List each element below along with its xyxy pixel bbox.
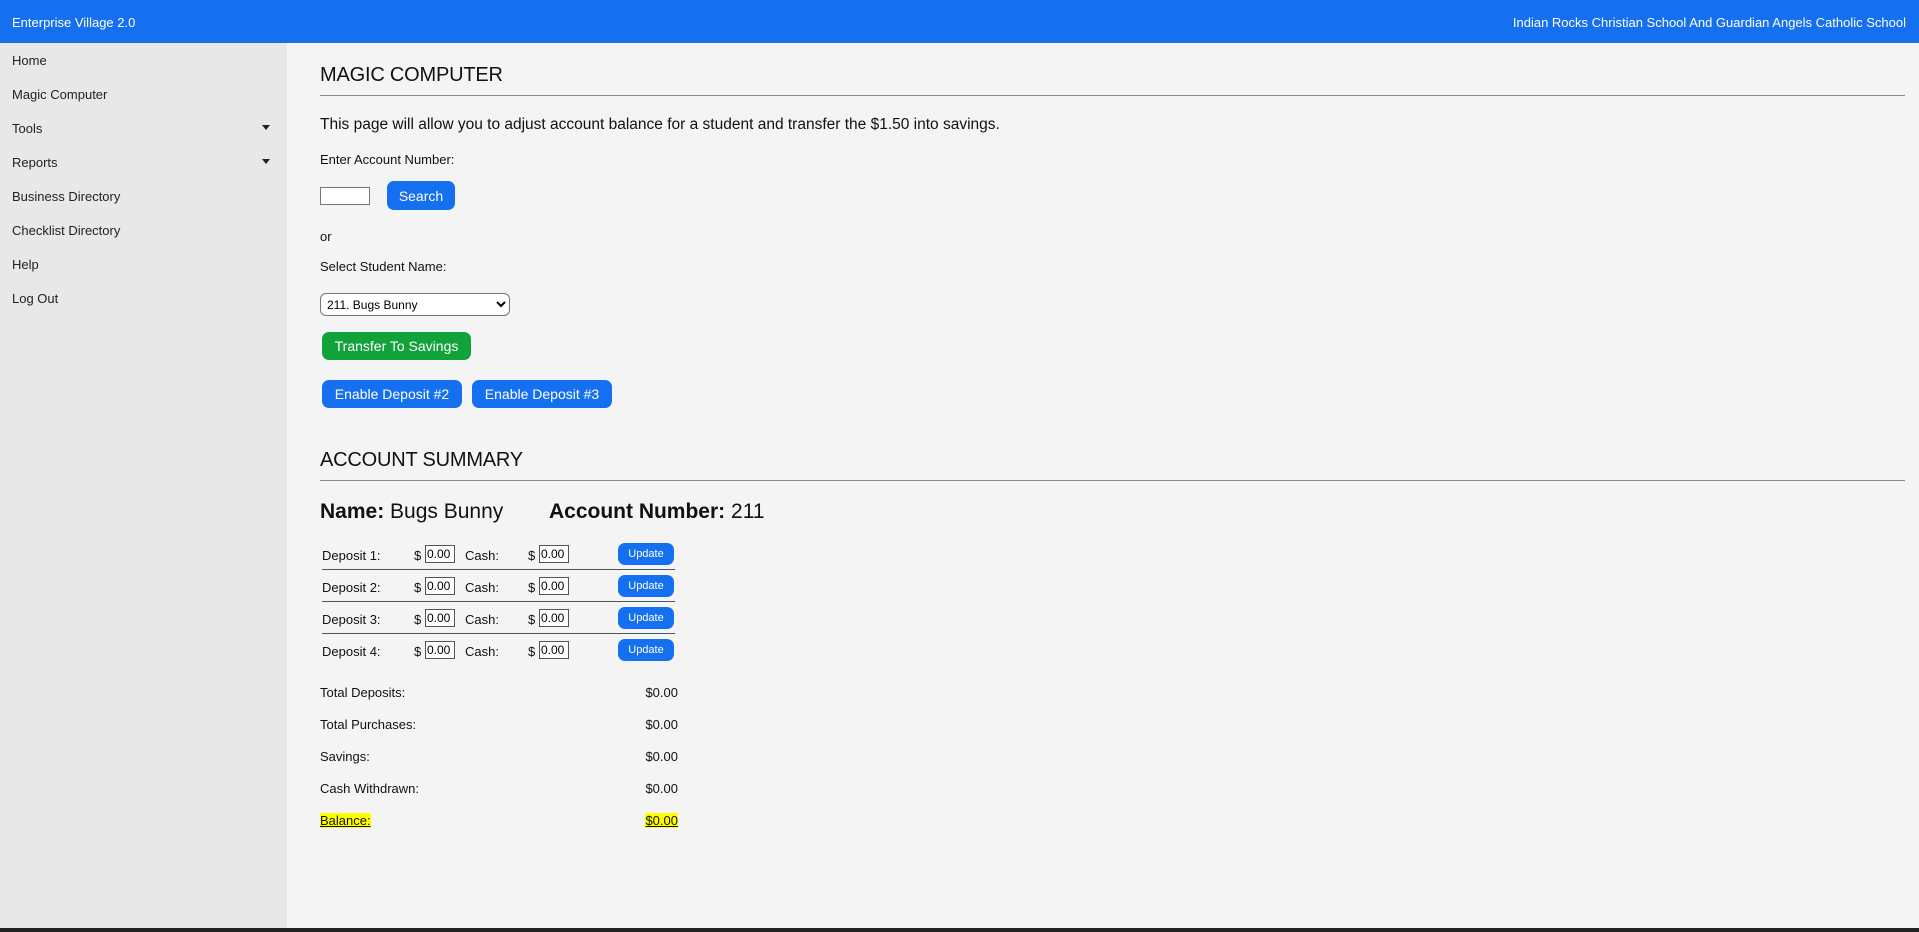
deposit-row: Deposit 1: $ Cash: $ Update xyxy=(322,538,675,570)
bottom-border xyxy=(0,928,1919,932)
cash-label: Cash: xyxy=(465,612,499,627)
student-select[interactable]: 211. Bugs Bunny xyxy=(320,293,510,316)
currency-symbol: $ xyxy=(528,644,536,659)
account-identity: Name: Bugs Bunny Account Number: 211 xyxy=(320,500,765,524)
cash-label: Cash: xyxy=(465,580,499,595)
deposit-row: Deposit 4: $ Cash: $ Update xyxy=(322,634,675,665)
deposit-row: Deposit 2: $ Cash: $ Update xyxy=(322,570,675,602)
deposit-label: Deposit 2: xyxy=(322,580,381,595)
deposit-amount-input[interactable] xyxy=(425,577,455,595)
summary-label: Total Deposits: xyxy=(320,685,406,700)
summary-value: $0.00 xyxy=(645,781,678,796)
account-number-input[interactable] xyxy=(320,187,370,205)
summary-value: $0.00 xyxy=(645,717,678,732)
main-content: MAGIC COMPUTER This page will allow you … xyxy=(320,0,1905,928)
currency-symbol: $ xyxy=(414,644,422,659)
sidebar-item-checklist-directory[interactable]: Checklist Directory xyxy=(12,223,270,238)
sidebar-item-label: Home xyxy=(12,53,47,68)
enable-deposit-3-button[interactable]: Enable Deposit #3 xyxy=(472,380,612,408)
sidebar-item-label: Business Directory xyxy=(12,189,121,204)
deposit-label: Deposit 3: xyxy=(322,612,381,627)
cash-label: Cash: xyxy=(465,644,499,659)
transfer-to-savings-button[interactable]: Transfer To Savings xyxy=(322,332,471,360)
select-student-label: Select Student Name: xyxy=(320,259,447,274)
caret-down-icon[interactable] xyxy=(262,159,270,164)
currency-symbol: $ xyxy=(528,580,536,595)
cash-amount-input[interactable] xyxy=(539,641,569,659)
app-brand[interactable]: Enterprise Village 2.0 xyxy=(12,15,135,30)
sidebar-item-help[interactable]: Help xyxy=(12,257,270,272)
total-deposits-row: Total Deposits: $0.00 xyxy=(320,685,678,700)
balance-value: $0.00 xyxy=(645,813,678,828)
currency-symbol: $ xyxy=(414,580,422,595)
summary-label: Total Purchases: xyxy=(320,717,417,732)
summary-value: $0.00 xyxy=(645,685,678,700)
sidebar-item-home[interactable]: Home xyxy=(12,53,270,68)
cash-amount-input[interactable] xyxy=(539,577,569,595)
currency-symbol: $ xyxy=(528,612,536,627)
deposit-label: Deposit 1: xyxy=(322,548,381,563)
cash-label: Cash: xyxy=(465,548,499,563)
divider xyxy=(320,480,1905,481)
update-button[interactable]: Update xyxy=(618,607,674,629)
sidebar-item-label: Checklist Directory xyxy=(12,223,121,238)
sidebar-item-reports[interactable]: Reports xyxy=(12,155,270,170)
cash-amount-input[interactable] xyxy=(539,545,569,563)
sidebar-item-label: Log Out xyxy=(12,291,59,306)
update-button[interactable]: Update xyxy=(618,575,674,597)
sidebar-item-label: Tools xyxy=(12,121,43,136)
sidebar-item-log-out[interactable]: Log Out xyxy=(12,291,270,306)
currency-symbol: $ xyxy=(414,612,422,627)
enable-deposit-2-button[interactable]: Enable Deposit #2 xyxy=(322,380,462,408)
account-number-label: Enter Account Number: xyxy=(320,152,455,167)
divider xyxy=(320,95,1905,96)
intro-text: This page will allow you to adjust accou… xyxy=(320,116,1000,133)
sidebar-item-magic-computer[interactable]: Magic Computer xyxy=(12,87,270,102)
summary-label: Cash Withdrawn: xyxy=(320,781,419,796)
total-purchases-row: Total Purchases: $0.00 xyxy=(320,717,678,732)
page-title: MAGIC COMPUTER xyxy=(320,64,503,86)
summary-value: $0.00 xyxy=(645,749,678,764)
currency-symbol: $ xyxy=(414,548,422,563)
sidebar-item-business-directory[interactable]: Business Directory xyxy=(12,189,270,204)
sidebar-item-label: Help xyxy=(12,257,39,272)
sidebar-item-tools[interactable]: Tools xyxy=(12,121,270,136)
balance-label: Balance: xyxy=(320,813,371,828)
account-number-label: Account Number: xyxy=(548,500,726,523)
sidebar-item-label: Reports xyxy=(12,155,58,170)
update-button[interactable]: Update xyxy=(618,639,674,661)
currency-symbol: $ xyxy=(528,548,536,563)
account-number-value: 211 xyxy=(731,500,765,523)
deposit-amount-input[interactable] xyxy=(425,545,455,563)
account-summary-title: ACCOUNT SUMMARY xyxy=(320,449,523,471)
summary-label: Savings: xyxy=(320,749,370,764)
update-button[interactable]: Update xyxy=(618,543,674,565)
deposit-label: Deposit 4: xyxy=(322,644,381,659)
or-text: or xyxy=(320,229,332,244)
deposit-row: Deposit 3: $ Cash: $ Update xyxy=(322,602,675,634)
cash-withdrawn-row: Cash Withdrawn: $0.00 xyxy=(320,781,678,796)
search-button[interactable]: Search xyxy=(387,181,455,210)
balance-row: Balance: $0.00 xyxy=(320,813,678,828)
sidebar-item-label: Magic Computer xyxy=(12,87,108,102)
savings-row: Savings: $0.00 xyxy=(320,749,678,764)
deposit-amount-input[interactable] xyxy=(425,641,455,659)
deposit-amount-input[interactable] xyxy=(425,609,455,627)
name-label: Name: xyxy=(320,500,385,523)
sidebar: Home Magic Computer Tools Reports Busine… xyxy=(0,43,287,928)
cash-amount-input[interactable] xyxy=(539,609,569,627)
student-name: Bugs Bunny xyxy=(390,500,504,523)
caret-down-icon[interactable] xyxy=(262,125,270,130)
